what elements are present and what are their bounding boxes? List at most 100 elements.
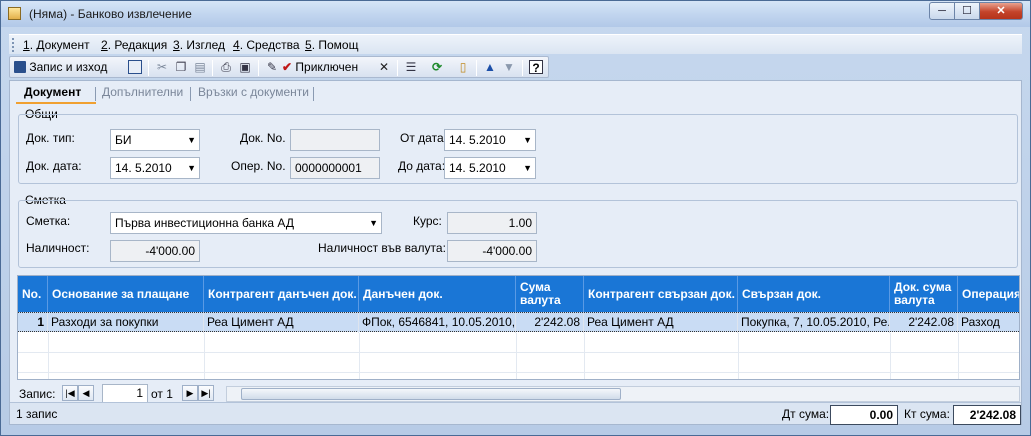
first-record-icon[interactable]: |◀ — [62, 385, 78, 401]
grid-row-line — [18, 352, 1019, 353]
grid-col-line — [204, 333, 205, 379]
grid-col-line — [584, 333, 585, 379]
toolbar-separator — [212, 60, 213, 76]
arrow-down-icon[interactable]: ▼ — [502, 60, 516, 74]
doc-no-label: Док. No. — [240, 131, 286, 145]
column-header-tax-doc-counterparty[interactable]: Контрагент данъчен док. — [204, 276, 359, 312]
toolbar: Запис и изход ✂ ❐ ▤ ⎙ ▣ ✎ ✔ Приключен ✕ … — [9, 56, 549, 78]
column-header-linked-doc[interactable]: Свързан док. — [738, 276, 890, 312]
tab-separator — [95, 87, 96, 101]
horizontal-scrollbar[interactable] — [226, 386, 1020, 402]
grid-col-line — [958, 333, 959, 379]
previous-record-icon[interactable]: ◀ — [78, 385, 94, 401]
record-count-status: 1 запис — [16, 407, 58, 421]
table-row[interactable]: 1 Разходи за покупки Реа Цимент АД ФПок,… — [18, 312, 1019, 333]
balance-currency-field[interactable]: -4'000.00 — [447, 240, 537, 262]
document-panel: Документ Допълнителни Връзки с документи… — [9, 80, 1022, 425]
column-header-currency-amount[interactable]: Сума валута — [516, 276, 584, 312]
menu-tools[interactable]: 4. Средства — [233, 38, 300, 52]
account-label: Сметка: — [26, 214, 71, 228]
credit-sum-label: Кт сума: — [904, 407, 950, 421]
delete-icon[interactable]: ✕ — [377, 60, 391, 74]
tab-additional[interactable]: Допълнителни — [102, 85, 183, 99]
doc-type-label: Док. тип: — [26, 131, 75, 145]
record-count-label: от 1 — [151, 387, 173, 401]
cell-tax-doc: ФПок, 6546841, 10.05.2010,... — [359, 313, 516, 333]
toolbar-separator — [148, 60, 149, 76]
paste-icon[interactable]: ▤ — [193, 60, 207, 74]
tab-document-links[interactable]: Връзки с документи — [198, 85, 309, 99]
print-icon[interactable]: ⎙ — [219, 60, 233, 74]
menu-help[interactable]: 5. Помощ — [305, 38, 358, 52]
rate-label: Курс: — [413, 214, 442, 228]
cell-operation: Разход — [961, 315, 1000, 329]
edit-document-icon[interactable]: ✎ — [265, 60, 279, 74]
grid-header: No. Основание за плащане Контрагент данъ… — [18, 276, 1019, 312]
cut-icon[interactable]: ✂ — [155, 60, 169, 74]
cell-doc-currency-amount: 2'242.08 — [890, 313, 958, 333]
scrollbar-thumb[interactable] — [241, 388, 621, 400]
menu-view[interactable]: 3. Изглед — [173, 38, 225, 52]
tab-separator — [313, 87, 314, 101]
balance-currency-label: Наличност във валута: — [318, 241, 446, 255]
close-button[interactable]: ✕ — [979, 2, 1023, 20]
list-icon[interactable]: ☰ — [404, 60, 418, 74]
last-record-icon[interactable]: ▶| — [198, 385, 214, 401]
cell-linked-doc: Покупка, 7, 10.05.2010, Ре... — [738, 313, 890, 333]
rate-field[interactable]: 1.00 — [447, 212, 537, 234]
toolbar-separator — [397, 60, 398, 76]
doc-date-field[interactable]: 14. 5.2010 ▼ — [110, 157, 200, 179]
from-date-field[interactable]: 14. 5.2010 ▼ — [444, 129, 536, 151]
status-bar: 1 запис Дт сума: 0.00 Кт сума: 2'242.08 — [10, 402, 1021, 425]
toolbar-separator — [476, 60, 477, 76]
chevron-down-icon: ▼ — [187, 163, 196, 173]
save-icon — [14, 61, 26, 73]
save-exit-button[interactable]: Запис и изход — [14, 58, 107, 77]
help-icon[interactable]: ? — [529, 60, 543, 75]
grid-col-line — [516, 333, 517, 379]
credit-sum-field: 2'242.08 — [953, 405, 1021, 425]
save-disk-icon[interactable] — [128, 60, 142, 74]
menu-document[interactable]: 1. Документ — [23, 38, 90, 52]
menu-edit[interactable]: 2. Редакция — [101, 38, 167, 52]
grid-col-line — [48, 333, 49, 379]
navigator-label: Запис: — [19, 387, 56, 401]
copy-icon[interactable]: ❐ — [174, 60, 188, 74]
account-select[interactable]: Първа инвестиционна банка АД ▼ — [110, 212, 382, 234]
bank-statement-window: (Няма) - Банково извлечение ─ ☐ ✕ 1. Док… — [0, 0, 1031, 436]
balance-field[interactable]: -4'000.00 — [110, 240, 200, 262]
payments-grid: No. Основание за плащане Контрагент данъ… — [17, 275, 1020, 380]
column-header-operation[interactable]: Операция — [958, 276, 1019, 312]
print-preview-icon[interactable]: ▣ — [238, 60, 252, 74]
column-header-tax-doc[interactable]: Данъчен док. — [359, 276, 516, 312]
grid-col-line — [890, 333, 891, 379]
column-header-linked-doc-counterparty[interactable]: Контрагент свързан док. — [584, 276, 738, 312]
doc-type-select[interactable]: БИ ▼ — [110, 129, 200, 151]
cell-no: 1 — [18, 313, 48, 333]
toolbar-separator — [522, 60, 523, 76]
column-header-no[interactable]: No. — [18, 276, 48, 312]
tab-document[interactable]: Документ — [24, 85, 81, 99]
to-date-label: До дата: — [398, 159, 446, 173]
cell-payment-reason: Разходи за покупки — [48, 313, 204, 333]
cell-currency-amount: 2'242.08 — [516, 313, 584, 333]
current-record-input[interactable]: 1 — [102, 384, 148, 403]
column-header-doc-currency-amount[interactable]: Док. сума валута — [890, 276, 958, 312]
next-record-icon[interactable]: ▶ — [182, 385, 198, 401]
from-date-label: От дата: — [400, 131, 447, 145]
doc-no-field[interactable] — [290, 129, 380, 151]
column-header-payment-reason[interactable]: Основание за плащане — [48, 276, 204, 312]
title-bar: (Няма) - Банково извлечение ─ ☐ ✕ — [1, 1, 1030, 27]
minimize-button[interactable]: ─ — [929, 2, 955, 20]
new-document-icon[interactable]: ▯ — [456, 60, 470, 74]
menu-grip — [12, 38, 15, 52]
oper-no-field[interactable]: 0000000001 — [290, 157, 380, 179]
refresh-icon[interactable]: ⟳ — [430, 60, 444, 74]
record-navigator: Запис: |◀ ◀ 1 от 1 ▶ ▶| — [17, 382, 1020, 404]
to-date-field[interactable]: 14. 5.2010 ▼ — [444, 157, 536, 179]
maximize-button[interactable]: ☐ — [954, 2, 980, 20]
debit-sum-label: Дт сума: — [782, 407, 830, 421]
posted-button[interactable]: ✔ Приключен — [282, 58, 358, 77]
arrow-up-icon[interactable]: ▲ — [483, 60, 497, 74]
app-icon — [8, 7, 21, 20]
